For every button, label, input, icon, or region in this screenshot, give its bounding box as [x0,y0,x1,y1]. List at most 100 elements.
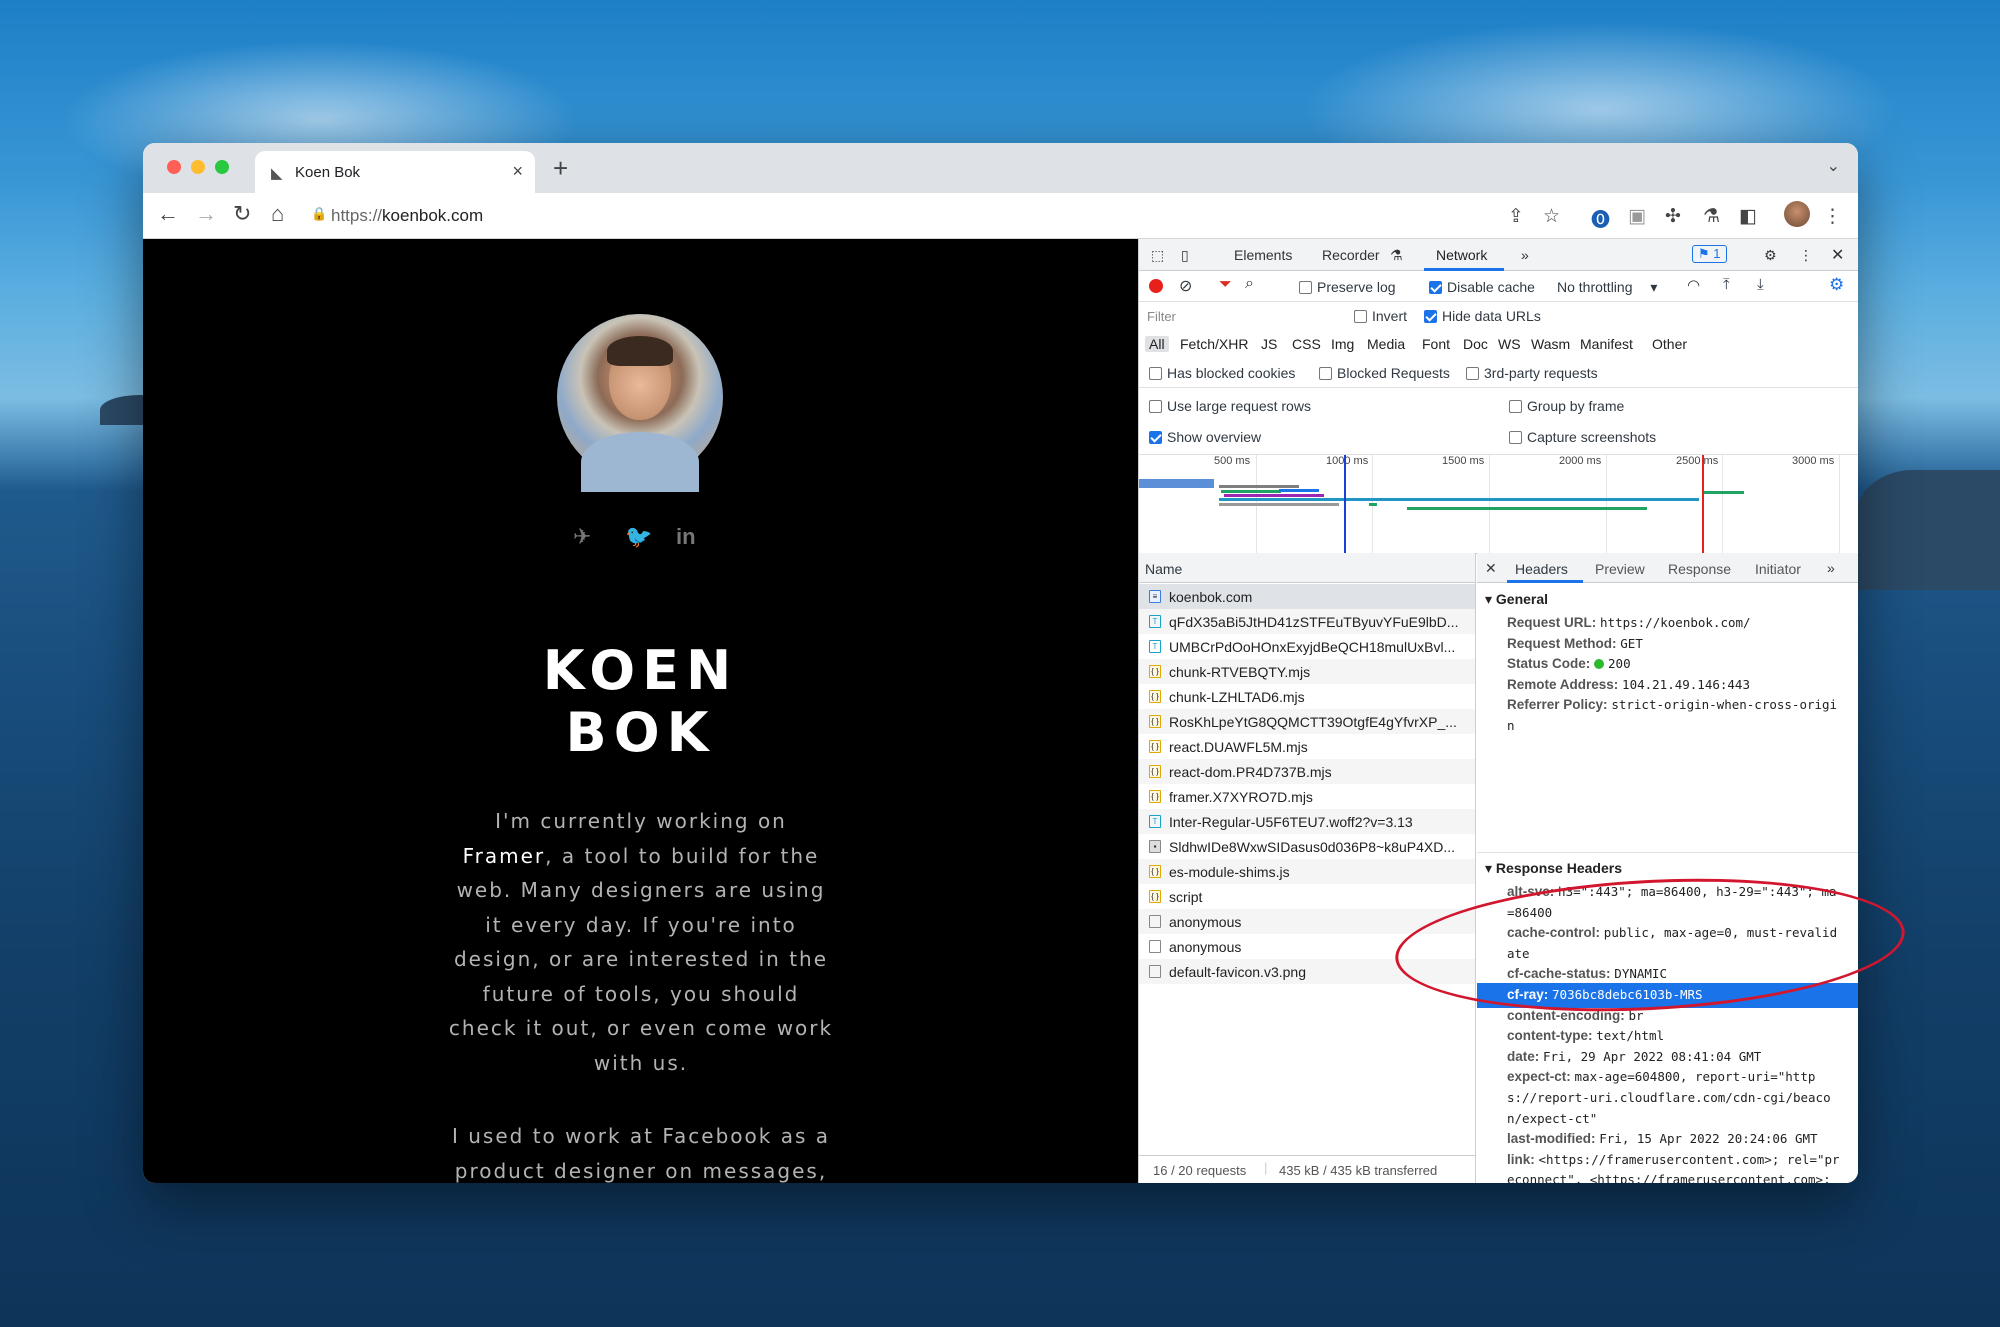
export-har-icon[interactable]: ⤓ [1757,276,1764,293]
request-row[interactable]: TqFdX35aBi5JtHD41zSTFEuTByuvYFuE9lbD... [1139,609,1475,634]
response-headers-section-header[interactable]: ▾ Response Headers [1485,860,1622,877]
request-name: framer.X7XYRO7D.mjs [1169,789,1313,805]
tab-headers[interactable]: Headers [1515,561,1568,577]
tab-response[interactable]: Response [1668,561,1731,577]
more-detail-tabs-chevron[interactable]: » [1827,560,1835,576]
extension-icon[interactable]: ▣ [1628,205,1646,228]
type-font[interactable]: Font [1422,336,1450,352]
request-row[interactable]: T Inter-Regular-U5F6TEU7.woff2?v=3.13 [1139,809,1475,834]
request-row[interactable]: { } RosKhLpeYtG8QQMCTT39OtgfE4gYfvrXP_... [1139,709,1475,734]
request-row[interactable]: ▪ SldhwIDe8WxwSIDasus0d036P8~k8uP4XD... [1139,834,1475,859]
type-img[interactable]: Img [1331,336,1354,352]
filter-funnel-icon[interactable]: ⏷ [1219,276,1232,294]
record-icon[interactable] [1149,279,1163,293]
twitter-icon[interactable]: 🐦 [625,524,652,550]
type-doc[interactable]: Doc [1463,336,1488,352]
bio-line: design, or are interested in the [453,947,829,971]
request-row[interactable]: { } react.DUAWFL5M.mjs [1139,734,1475,759]
request-row[interactable]: { } framer.X7XYRO7D.mjs [1139,784,1475,809]
import-har-icon[interactable]: ⤒ [1723,276,1730,293]
labs-flask-icon[interactable]: ⚗ [1703,205,1720,228]
network-overview-timeline[interactable]: 500 ms 1000 ms 1500 ms 2000 ms 2500 ms 3… [1139,455,1858,554]
close-devtools-icon[interactable]: ✕ [1831,245,1844,265]
type-media[interactable]: Media [1367,336,1405,352]
minimize-window-button[interactable] [191,160,205,174]
close-window-button[interactable] [167,160,181,174]
side-panel-icon[interactable]: ◧ [1739,205,1757,228]
header-value: 200 [1608,656,1631,672]
type-other[interactable]: Other [1652,336,1687,352]
devtools-menu-icon[interactable]: ⋮ [1799,247,1813,264]
request-row[interactable]: ≡ koenbok.com [1139,584,1475,609]
name-column-header[interactable]: Name [1145,561,1182,577]
group-by-frame-checkbox[interactable]: Group by frame [1509,398,1624,414]
blocked-cookies-checkbox[interactable]: Has blocked cookies [1149,365,1295,381]
address-bar[interactable]: 🔒 https://koenbok.com [311,199,1651,232]
invert-checkbox[interactable]: Invert [1354,308,1407,324]
type-css[interactable]: CSS [1292,336,1321,352]
back-arrow-icon[interactable]: ← [157,201,179,227]
browser-tab[interactable]: ◣ Koen Bok × [255,151,535,193]
capture-screenshots-label: Capture screenshots [1527,429,1657,445]
search-icon[interactable]: ⌕ [1245,275,1254,293]
throttling-select[interactable]: No throttling ▾ [1557,279,1657,296]
tab-network[interactable]: Network [1436,247,1487,263]
type-wasm[interactable]: Wasm [1531,336,1570,352]
request-row[interactable]: { } script [1139,884,1475,909]
large-rows-checkbox[interactable]: Use large request rows [1149,398,1311,414]
bookmark-star-icon[interactable]: ☆ [1543,205,1560,228]
third-party-checkbox[interactable]: 3rd-party requests [1466,365,1598,381]
profile-avatar[interactable] [1784,201,1810,227]
filter-input[interactable]: Filter [1147,309,1337,324]
type-manifest[interactable]: Manifest [1580,336,1633,352]
reload-icon[interactable]: ↻ [233,201,251,227]
clear-icon[interactable]: ⊘ [1179,276,1192,296]
more-tabs-chevron[interactable]: » [1521,247,1529,263]
overview-tick: 1000 ms [1326,455,1369,467]
type-all[interactable]: All [1145,336,1169,352]
telegram-icon[interactable]: ✈ [573,524,591,550]
type-js[interactable]: JS [1261,336,1277,352]
preserve-log-checkbox[interactable]: Preserve log [1299,279,1396,295]
tab-elements[interactable]: Elements [1234,247,1292,263]
disable-cache-checkbox[interactable]: Disable cache [1429,279,1535,295]
tab-preview[interactable]: Preview [1595,561,1645,577]
close-detail-icon[interactable]: ✕ [1485,560,1497,577]
hide-data-urls-checkbox[interactable]: Hide data URLs [1424,308,1541,324]
issues-badge[interactable]: ⚑ 1 [1692,245,1727,263]
type-ws[interactable]: WS [1498,336,1521,352]
puzzle-extensions-icon[interactable]: ✣ [1665,205,1681,228]
forward-arrow-icon[interactable]: → [195,201,217,227]
bio-line: it every day. If you're into [485,912,797,937]
share-icon[interactable]: ⇪ [1508,205,1524,228]
password-manager-extension-icon[interactable]: ⓿ [1591,205,1610,232]
linkedin-icon[interactable]: in [676,524,696,550]
tab-initiator[interactable]: Initiator [1755,561,1801,577]
request-row[interactable]: { } es-module-shims.js [1139,859,1475,884]
capture-screenshots-checkbox[interactable]: Capture screenshots [1509,429,1656,445]
network-conditions-icon[interactable]: ◠ [1687,276,1700,294]
request-row[interactable]: { } chunk-RTVEBQTY.mjs [1139,659,1475,684]
inspect-element-icon[interactable]: ⬚ [1151,247,1164,264]
network-settings-gear-icon[interactable]: ⚙ [1829,275,1844,295]
new-tab-button[interactable]: + [553,153,568,184]
request-row[interactable]: { } react-dom.PR4D737B.mjs [1139,759,1475,784]
request-row[interactable]: T UMBCrPdOoHOnxExyjdBeQCH18mulUxBvl... [1139,634,1475,659]
tab-search-chevron-icon[interactable]: ⌄ [1827,156,1840,176]
tab-recorder[interactable]: Recorder [1322,247,1380,263]
zoom-window-button[interactable] [215,160,229,174]
general-section-header[interactable]: ▾ General [1485,591,1548,608]
more-menu-icon[interactable]: ⋮ [1823,205,1842,228]
blocked-requests-checkbox[interactable]: Blocked Requests [1319,365,1450,381]
settings-gear-icon[interactable]: ⚙ [1764,247,1777,264]
close-tab-icon[interactable]: × [512,161,523,182]
type-fetch-xhr[interactable]: Fetch/XHR [1180,336,1248,352]
device-toolbar-icon[interactable]: ▯ [1181,247,1189,264]
home-icon[interactable]: ⌂ [271,201,284,227]
other-file-icon [1149,965,1161,978]
request-row[interactable]: { } chunk-LZHLTAD6.mjs [1139,684,1475,709]
framer-link[interactable]: Framer [463,844,546,868]
font-file-icon: T [1149,640,1161,653]
request-name: chunk-RTVEBQTY.mjs [1169,664,1311,680]
show-overview-checkbox[interactable]: Show overview [1149,429,1261,445]
